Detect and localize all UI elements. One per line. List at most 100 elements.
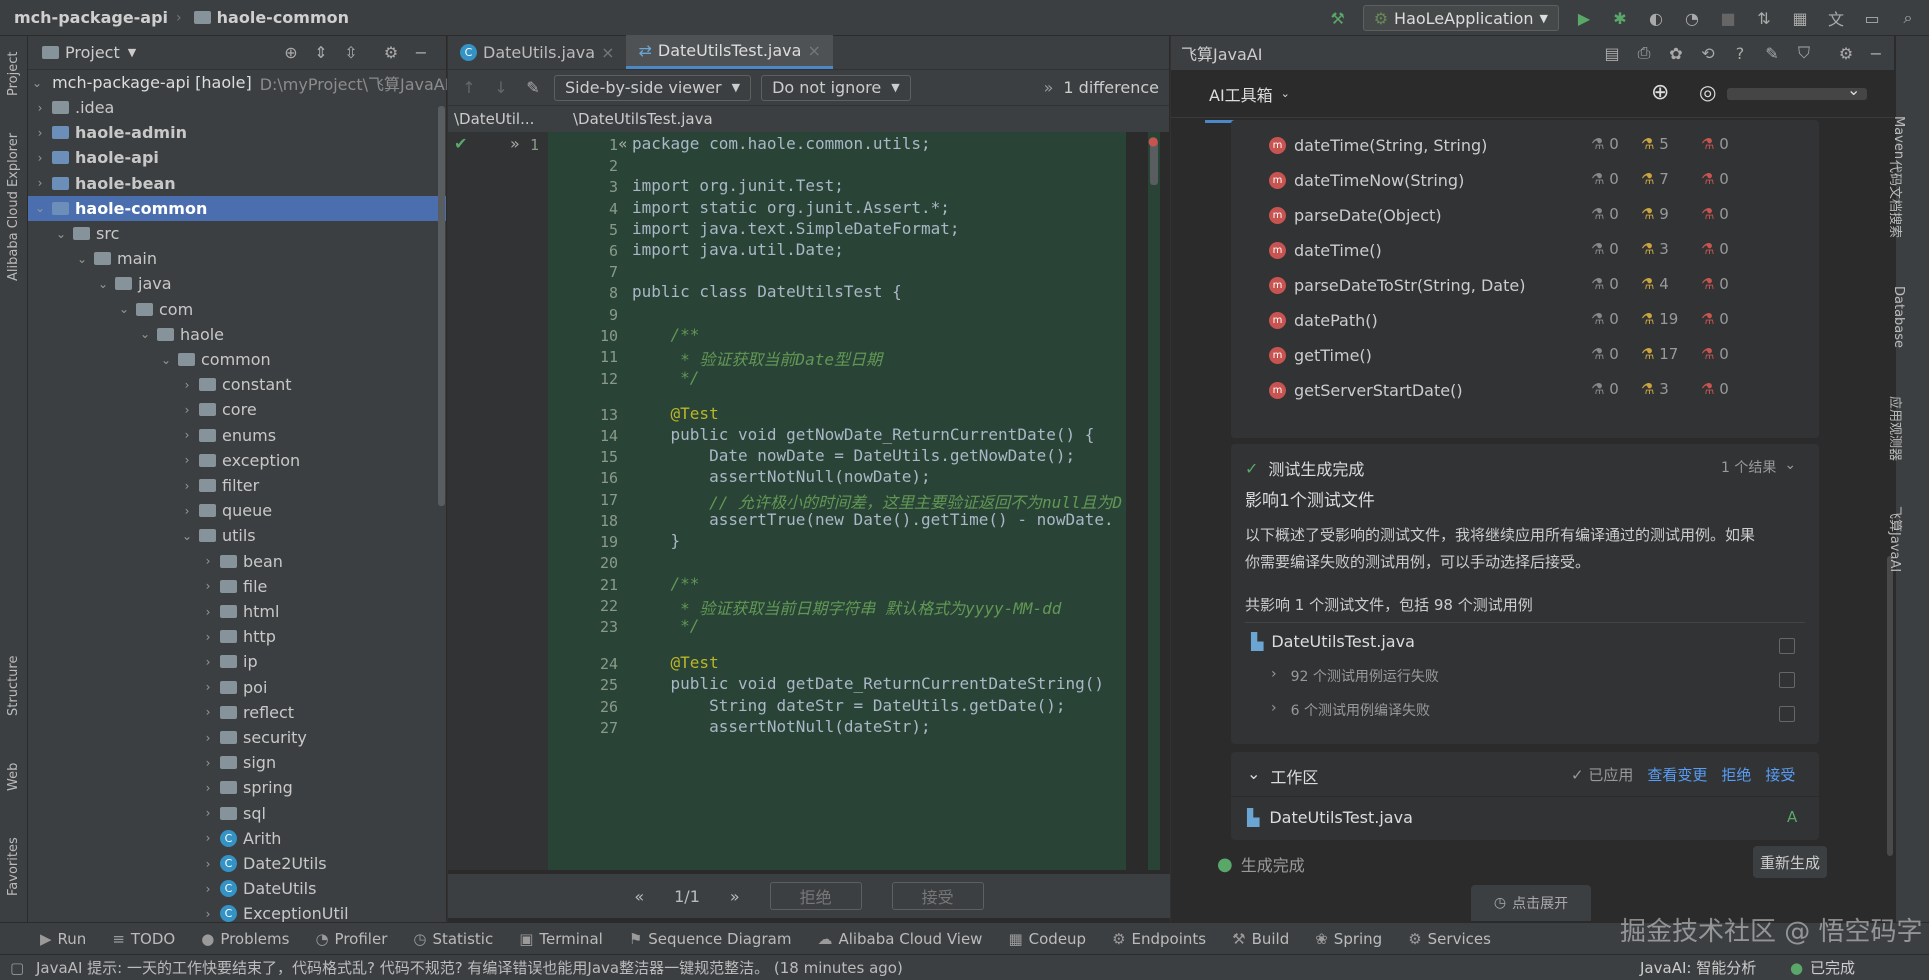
prev-diff-icon[interactable]: ↑ bbox=[458, 77, 480, 99]
code-line[interactable]: Date nowDate = DateUtils.getNowDate(); bbox=[632, 446, 1075, 465]
chevron-right-icon[interactable]: › bbox=[200, 705, 216, 719]
reject-link[interactable]: 拒绝 bbox=[1721, 764, 1751, 785]
ai-toolbox-label[interactable]: AI工具箱 bbox=[1209, 82, 1273, 106]
view-changes-link[interactable]: 查看变更 bbox=[1647, 764, 1707, 785]
bottom-tab[interactable]: ≡ TODO bbox=[112, 930, 175, 948]
chevron-right-icon[interactable]: › bbox=[200, 882, 216, 896]
bottom-tab[interactable]: ⚙ Endpoints bbox=[1112, 930, 1206, 948]
edit-icon[interactable]: ✎ bbox=[1761, 42, 1783, 64]
fail-compile-row[interactable]: › 6 个测试用例编译失败 bbox=[1271, 700, 1430, 720]
chevron-right-icon[interactable]: › bbox=[179, 403, 195, 417]
tree-item[interactable]: ⌄ java bbox=[28, 271, 446, 296]
code-line[interactable]: public void getNowDate_ReturnCurrentDate… bbox=[632, 425, 1095, 444]
expand-all-icon[interactable]: ⇕ bbox=[310, 42, 332, 64]
window-icon[interactable]: ▭ bbox=[1861, 7, 1883, 29]
chevron-right-icon[interactable]: › bbox=[179, 479, 195, 493]
tree-item[interactable]: › poi bbox=[28, 675, 446, 700]
close-icon[interactable]: × bbox=[807, 41, 820, 60]
chevron-right-icon[interactable]: › bbox=[200, 756, 216, 770]
bottom-tab[interactable]: ● Problems bbox=[201, 930, 289, 948]
collapse-all-icon[interactable]: ⇳ bbox=[340, 42, 362, 64]
code-line[interactable]: import java.text.SimpleDateFormat; bbox=[632, 219, 960, 238]
project-panel-title[interactable]: Project bbox=[65, 43, 120, 62]
breadcrumb-project[interactable]: mch-package-api bbox=[14, 8, 168, 27]
tool-favorites[interactable]: Favorites bbox=[6, 837, 21, 896]
tree-item[interactable]: › spring bbox=[28, 775, 446, 800]
chevron-right-icon[interactable]: › bbox=[200, 731, 216, 745]
apply-icon[interactable]: » bbox=[510, 134, 520, 153]
workspace-file-row[interactable]: ▙ DateUtilsTest.java bbox=[1247, 808, 1413, 827]
code-line[interactable]: } bbox=[632, 531, 681, 550]
tree-item[interactable]: ⌄ common bbox=[28, 347, 446, 372]
code-line[interactable]: */ bbox=[632, 616, 699, 635]
stop-icon[interactable]: ■ bbox=[1717, 7, 1739, 29]
gear-icon[interactable]: ⚙ bbox=[1835, 42, 1857, 64]
vcs-icon[interactable]: ⇅ bbox=[1753, 7, 1775, 29]
tree-item[interactable]: › enums bbox=[28, 423, 446, 448]
code-line[interactable]: public void getDate_ReturnCurrentDateStr… bbox=[632, 674, 1104, 693]
tool-doc-search[interactable]: 代码文档搜索 bbox=[1887, 160, 1906, 238]
bottom-tab[interactable]: ⚑ Sequence Diagram bbox=[629, 930, 792, 948]
print-icon[interactable]: ⎙ bbox=[1633, 42, 1655, 64]
tool-structure[interactable]: Structure bbox=[6, 656, 21, 716]
tree-item[interactable]: › file bbox=[28, 574, 446, 599]
expand-button[interactable]: ◷ 点击展开 bbox=[1471, 885, 1591, 921]
tree-item[interactable]: › html bbox=[28, 599, 446, 624]
bottom-tab[interactable]: ⚙ Services bbox=[1408, 930, 1491, 948]
chevron-right-icon[interactable]: › bbox=[32, 126, 48, 140]
result-count[interactable]: 1 个结果 ⌄ bbox=[1721, 457, 1796, 477]
tool-database[interactable]: Database bbox=[1891, 286, 1906, 348]
minimize-icon[interactable]: − bbox=[410, 42, 432, 64]
chevron-down-icon[interactable]: ⌄ bbox=[74, 252, 90, 266]
code-line[interactable]: assertNotNull(nowDate); bbox=[632, 467, 931, 486]
chevron-right-icon[interactable]: › bbox=[179, 378, 195, 392]
chevron-down-icon[interactable]: ⌄ bbox=[32, 201, 48, 215]
tree-item[interactable]: › sql bbox=[28, 801, 446, 826]
code-line[interactable]: @Test bbox=[632, 653, 719, 672]
tab-dateutils[interactable]: C DateUtils.java × bbox=[448, 35, 626, 69]
chevron-right-icon[interactable]: › bbox=[32, 101, 48, 115]
code-line[interactable]: public class DateUtilsTest { bbox=[632, 282, 902, 301]
edit-icon[interactable]: ✎ bbox=[522, 77, 544, 99]
search-icon[interactable]: ⌕ bbox=[1897, 7, 1919, 29]
tree-root[interactable]: ⌄ mch-package-api [haole] D:\myProject\飞… bbox=[28, 70, 470, 95]
chevron-right-icon[interactable]: › bbox=[200, 554, 216, 568]
tree-item[interactable]: › constant bbox=[28, 372, 446, 397]
bottom-tab[interactable]: ◔ Profiler bbox=[315, 930, 387, 948]
chevron-down-icon[interactable]: ⌄ bbox=[137, 327, 153, 341]
breadcrumb-module[interactable]: haole-common bbox=[217, 8, 349, 27]
tree-item[interactable]: › bean bbox=[28, 549, 446, 574]
tree-scrollbar[interactable] bbox=[438, 106, 445, 506]
code-line[interactable]: @Test bbox=[632, 404, 719, 423]
tool-alibaba-cloud-explorer[interactable]: Alibaba Cloud Explorer bbox=[6, 133, 21, 281]
chevron-right-icon[interactable]: › bbox=[179, 453, 195, 467]
tool-project[interactable]: Project bbox=[6, 52, 21, 96]
tree-item[interactable]: ⌄ utils bbox=[28, 523, 446, 548]
bottom-tab[interactable]: ▶ Run bbox=[40, 930, 86, 948]
chevron-right-icon[interactable]: › bbox=[179, 504, 195, 518]
chevron-right-icon[interactable]: › bbox=[200, 579, 216, 593]
bottom-tab[interactable]: ▦ Codeup bbox=[1008, 930, 1086, 948]
profile-icon[interactable]: ◔ bbox=[1681, 7, 1703, 29]
tree-item[interactable]: › haole-bean bbox=[28, 171, 446, 196]
tree-item[interactable]: › core bbox=[28, 397, 446, 422]
chevron-right-icon[interactable]: › bbox=[200, 680, 216, 694]
project-structure-icon[interactable]: ▦ bbox=[1789, 7, 1811, 29]
tool-maven[interactable]: Maven bbox=[1891, 116, 1906, 159]
tree-item[interactable]: ⌄ src bbox=[28, 221, 446, 246]
close-icon[interactable]: × bbox=[601, 43, 614, 62]
translate-icon[interactable]: 文 bbox=[1825, 7, 1847, 29]
code-line[interactable]: assertTrue(new Date().getTime() - nowDat… bbox=[632, 510, 1114, 529]
tree-item[interactable]: › filter bbox=[28, 473, 446, 498]
chevron-down-icon[interactable]: ⌄ bbox=[32, 76, 42, 90]
tree-item[interactable]: › reflect bbox=[28, 700, 446, 725]
result-file-row[interactable]: ▙ DateUtilsTest.java bbox=[1251, 632, 1415, 651]
help-icon[interactable]: ? bbox=[1729, 42, 1751, 64]
locate-icon[interactable]: ⊕ bbox=[280, 42, 302, 64]
chevron-down-icon[interactable]: ⌄ bbox=[158, 353, 174, 367]
tool-web[interactable]: Web bbox=[6, 763, 21, 791]
brain-icon[interactable]: ✿ bbox=[1665, 42, 1687, 64]
chevron-right-icon[interactable]: › bbox=[200, 630, 216, 644]
fail-compile-checkbox[interactable] bbox=[1779, 706, 1795, 722]
code-line[interactable]: package com.haole.common.utils; bbox=[632, 134, 931, 153]
